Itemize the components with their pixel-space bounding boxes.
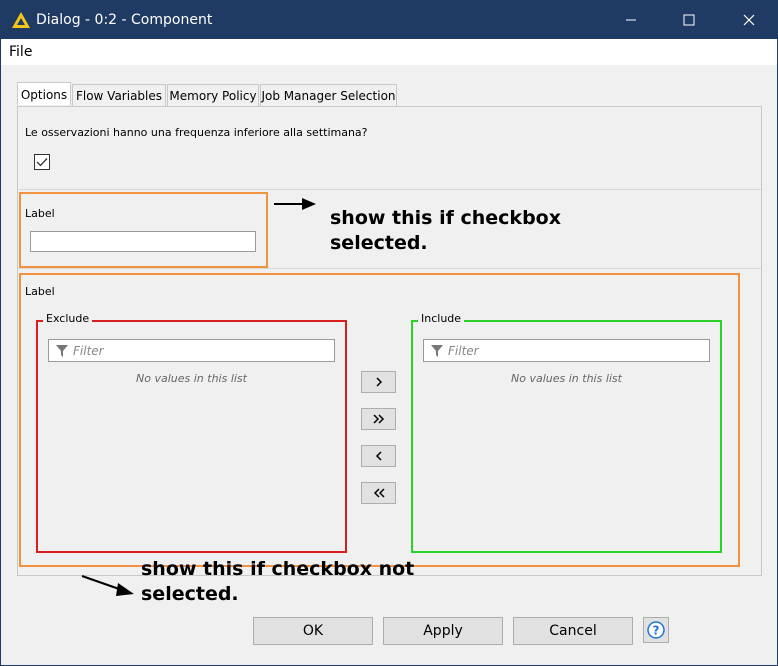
question-label: Le osservazioni hanno una frequenza infe… [25, 126, 368, 139]
annotation-line: show this if checkbox not [141, 558, 415, 580]
window-title: Dialog - 0:2 - Component [36, 12, 213, 28]
include-filter-input[interactable]: Filter [423, 339, 710, 362]
move-all-left-button[interactable] [361, 482, 396, 504]
menu-bar: File [1, 39, 777, 65]
move-all-left-icon [373, 488, 385, 498]
move-right-icon [375, 377, 382, 387]
include-empty-message: No values in this list [511, 372, 622, 385]
text-field-highlight [19, 192, 268, 268]
title-bar[interactable]: Dialog - 0:2 - Component [1, 1, 777, 39]
annotation-line: selected. [141, 583, 239, 605]
app-logo-icon [12, 12, 30, 28]
label-text-input[interactable] [30, 231, 256, 252]
exclude-empty-message: No values in this list [136, 372, 247, 385]
move-all-right-icon [372, 414, 384, 424]
separator [18, 268, 761, 269]
include-title: Include [418, 312, 465, 325]
close-icon [743, 14, 755, 26]
exclude-title: Exclude [43, 312, 93, 325]
maximize-icon [683, 14, 695, 26]
annotation-arrow-icon [81, 575, 134, 596]
move-all-right-button[interactable] [361, 408, 396, 430]
move-left-button[interactable] [361, 445, 396, 467]
frequency-checkbox[interactable] [34, 154, 50, 170]
close-button[interactable] [725, 1, 773, 39]
filter-icon [431, 344, 443, 357]
cancel-button[interactable]: Cancel [513, 617, 633, 645]
tab-job-manager-selection[interactable]: Job Manager Selection [260, 84, 397, 106]
filter-icon [56, 344, 68, 357]
tab-memory-policy[interactable]: Memory Policy [167, 84, 259, 106]
move-left-icon [375, 451, 382, 461]
annotation-arrow-icon [274, 198, 316, 210]
text-field-label: Label [25, 207, 55, 220]
tab-flow-variables[interactable]: Flow Variables [72, 84, 166, 106]
menu-file[interactable]: File [9, 44, 32, 60]
help-button[interactable]: ? [643, 617, 669, 643]
annotation-note-not-selected: show this if checkbox not selected. [141, 557, 441, 607]
annotation-line: selected. [330, 232, 428, 254]
annotation-line: show this if checkbox [330, 207, 561, 229]
ok-button[interactable]: OK [253, 617, 373, 645]
separator [18, 189, 761, 190]
exclude-filter-placeholder: Filter [73, 343, 104, 358]
checkmark-icon [36, 158, 48, 167]
apply-button[interactable]: Apply [383, 617, 503, 645]
exclude-filter-input[interactable]: Filter [48, 339, 335, 362]
maximize-button[interactable] [665, 1, 713, 39]
include-filter-placeholder: Filter [448, 343, 479, 358]
minimize-button[interactable] [607, 1, 655, 39]
column-filter-label: Label [25, 285, 55, 298]
svg-text:?: ? [653, 624, 660, 638]
tab-options[interactable]: Options [17, 82, 71, 105]
help-icon: ? [647, 621, 665, 639]
minimize-icon [626, 19, 636, 21]
annotation-note-selected: show this if checkbox selected. [330, 206, 590, 256]
move-right-button[interactable] [361, 371, 396, 393]
